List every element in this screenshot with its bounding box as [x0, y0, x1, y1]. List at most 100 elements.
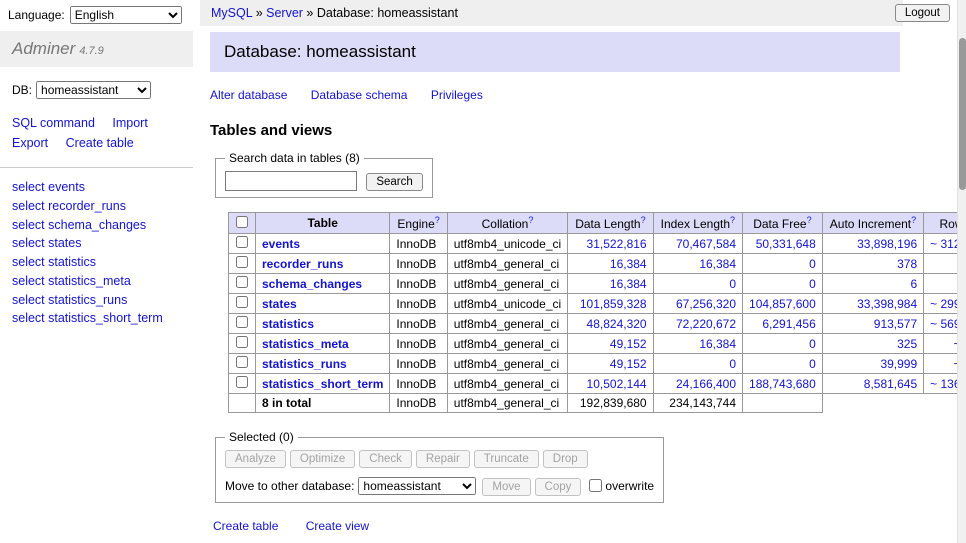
sidebar-link-select-statistics[interactable]: select statistics	[12, 253, 181, 272]
column-header-auto-increment: Auto Increment?	[822, 213, 923, 234]
logout-button[interactable]: Logout	[895, 4, 950, 22]
table-row-statistics-meta: statistics_metaInnoDButf8mb4_general_ci4…	[229, 334, 966, 354]
scrollbar-thumb[interactable]	[959, 38, 966, 190]
action-link-alter-database[interactable]: Alter database	[210, 88, 287, 102]
sidebar-op-export[interactable]: Export	[12, 136, 48, 150]
sidebar-link-select-statistics-short-term[interactable]: select statistics_short_term	[12, 309, 181, 328]
collation-cell: utf8mb4_general_ci	[447, 254, 567, 274]
auto-increment-cell: 378	[822, 254, 923, 274]
sidebar-link-select-events[interactable]: select events	[12, 178, 181, 197]
select-all-checkbox[interactable]	[236, 216, 248, 228]
collation-cell: utf8mb4_general_ci	[447, 354, 567, 374]
link-create-view[interactable]: Create view	[306, 519, 369, 533]
table-name-cell: statistics_short_term	[256, 374, 390, 394]
sidebar-link-select-statistics-runs[interactable]: select statistics_runs	[12, 291, 181, 310]
row-checkbox[interactable]	[236, 276, 248, 288]
footer-collation-cell: utf8mb4_general_ci	[447, 394, 567, 413]
copy-button[interactable]: Copy	[535, 478, 582, 496]
column-help-link[interactable]: ?	[730, 215, 735, 225]
app-name[interactable]: Adminer	[12, 39, 75, 58]
move-row: Move to other database:homeassistantMove…	[225, 477, 654, 496]
data-free-cell: 0	[743, 354, 823, 374]
row-checkbox[interactable]	[236, 256, 248, 268]
sidebar-op-create-table[interactable]: Create table	[66, 136, 134, 150]
sidebar-link-select-recorder-runs[interactable]: select recorder_runs	[12, 197, 181, 216]
selected-fieldset: Selected (0) AnalyzeOptimizeCheckRepairT…	[215, 430, 664, 503]
engine-cell: InnoDB	[390, 354, 447, 374]
overwrite-checkbox[interactable]	[589, 479, 602, 492]
move-button[interactable]: Move	[482, 478, 530, 496]
table-link-statistics[interactable]: statistics	[262, 317, 314, 331]
optimize-button[interactable]: Optimize	[290, 450, 355, 468]
check-button[interactable]: Check	[359, 450, 412, 468]
collation-cell: utf8mb4_general_ci	[447, 314, 567, 334]
db-action-links: Alter database Database schema Privilege…	[210, 88, 912, 102]
row-checkbox-cell	[229, 314, 256, 334]
action-link-privileges[interactable]: Privileges	[431, 88, 483, 102]
sidebar: Adminer4.7.9 DB:homeassistant SQL comman…	[0, 31, 193, 338]
column-help-link[interactable]: ?	[435, 215, 440, 225]
truncate-button[interactable]: Truncate	[474, 450, 539, 468]
row-checkbox[interactable]	[236, 356, 248, 368]
table-link-statistics-meta[interactable]: statistics_meta	[262, 337, 349, 351]
auto-increment-cell: 33,398,984	[822, 294, 923, 314]
data-length-cell: 49,152	[568, 354, 653, 374]
column-header-label: Data Free	[753, 217, 806, 231]
row-checkbox[interactable]	[236, 296, 248, 308]
table-link-schema-changes[interactable]: schema_changes	[262, 277, 362, 291]
overwrite-label: overwrite	[605, 479, 654, 493]
data-free-cell: 188,743,680	[743, 374, 823, 394]
repair-button[interactable]: Repair	[416, 450, 470, 468]
table-link-recorder-runs[interactable]: recorder_runs	[262, 257, 343, 271]
table-name-cell: statistics_meta	[256, 334, 390, 354]
row-checkbox[interactable]	[236, 336, 248, 348]
analyze-button[interactable]: Analyze	[225, 450, 286, 468]
table-link-states[interactable]: states	[262, 297, 297, 311]
column-help-link[interactable]: ?	[911, 215, 916, 225]
engine-cell: InnoDB	[390, 334, 447, 354]
column-header-label: Table	[307, 216, 337, 230]
table-name-cell: statistics_runs	[256, 354, 390, 374]
app-title: Adminer4.7.9	[0, 31, 193, 67]
sidebar-link-select-schema-changes[interactable]: select schema_changes	[12, 216, 181, 235]
footer-index-length-cell: 234,143,744	[653, 394, 742, 413]
data-length-cell: 48,824,320	[568, 314, 653, 334]
column-help-link[interactable]: ?	[528, 215, 533, 225]
db-select[interactable]: homeassistant	[36, 81, 151, 99]
language-label: Language:	[8, 8, 65, 22]
column-help-link[interactable]: ?	[641, 215, 646, 225]
drop-button[interactable]: Drop	[543, 450, 588, 468]
row-checkbox[interactable]	[236, 236, 248, 248]
sidebar-link-select-statistics-meta[interactable]: select statistics_meta	[12, 272, 181, 291]
footer-engine-cell: InnoDB	[390, 394, 447, 413]
move-db-select[interactable]: homeassistant	[358, 477, 476, 495]
language-select[interactable]: English	[70, 6, 182, 24]
column-header-label: Index Length	[661, 217, 730, 231]
index-length-cell: 16,384	[653, 254, 742, 274]
search-input[interactable]	[225, 171, 357, 191]
row-checkbox[interactable]	[236, 316, 248, 328]
search-fieldset: Search data in tables (8) Search	[215, 151, 433, 198]
sidebar-op-import[interactable]: Import	[112, 116, 147, 130]
breadcrumb-link-server[interactable]: Server	[266, 6, 303, 20]
search-button[interactable]: Search	[366, 173, 422, 191]
table-link-statistics-short-term[interactable]: statistics_short_term	[262, 377, 383, 391]
column-header-collation: Collation?	[447, 213, 567, 234]
data-free-cell: 104,857,600	[743, 294, 823, 314]
link-create-table[interactable]: Create table	[213, 519, 278, 533]
scrollbar[interactable]	[957, 0, 966, 543]
row-checkbox[interactable]	[236, 376, 248, 388]
data-free-cell: 50,331,648	[743, 234, 823, 254]
action-link-database-schema[interactable]: Database schema	[311, 88, 408, 102]
table-link-events[interactable]: events	[262, 237, 300, 251]
table-link-statistics-runs[interactable]: statistics_runs	[262, 357, 347, 371]
engine-cell: InnoDB	[390, 254, 447, 274]
breadcrumb-link-mysql[interactable]: MySQL	[211, 6, 252, 20]
collation-cell: utf8mb4_general_ci	[447, 374, 567, 394]
language-bar: Language: English	[8, 6, 182, 24]
sidebar-op-sql-command[interactable]: SQL command	[12, 116, 95, 130]
collation-cell: utf8mb4_unicode_ci	[447, 294, 567, 314]
sidebar-link-select-states[interactable]: select states	[12, 234, 181, 253]
breadcrumb-current: Database: homeassistant	[317, 6, 458, 20]
column-help-link[interactable]: ?	[807, 215, 812, 225]
